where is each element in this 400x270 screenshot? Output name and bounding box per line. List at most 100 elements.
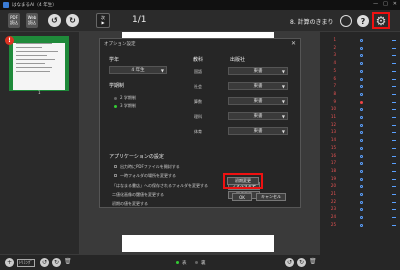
radio-on-icon bbox=[114, 104, 117, 108]
list-item[interactable]: 16 bbox=[320, 153, 400, 160]
list-item[interactable]: 1 bbox=[320, 37, 400, 44]
list-item[interactable]: 12 bbox=[320, 122, 400, 129]
term-option-label: 2 学期制 bbox=[120, 95, 136, 100]
list-item[interactable]: 13 bbox=[320, 129, 400, 136]
list-item[interactable]: 23 bbox=[320, 206, 400, 213]
undo-icon[interactable]: ↺ bbox=[48, 14, 61, 27]
term-radio-2[interactable]: 2 学期制 bbox=[114, 95, 136, 101]
list-item[interactable]: 18 bbox=[320, 168, 400, 175]
term-radio-3[interactable]: 3 学期制 bbox=[114, 103, 136, 109]
list-item[interactable]: 11 bbox=[320, 114, 400, 121]
dash-mark-icon bbox=[392, 93, 396, 95]
circle-mark-icon bbox=[360, 46, 363, 50]
list-item[interactable]: 2 bbox=[320, 45, 400, 52]
rotate-right-icon[interactable]: ↻ bbox=[52, 258, 61, 267]
app-setting-label: 初期の値を変更する bbox=[112, 201, 148, 206]
dialog-close-icon[interactable]: ✕ bbox=[291, 40, 296, 47]
list-item[interactable]: 14 bbox=[320, 137, 400, 144]
circle-mark-icon bbox=[360, 100, 363, 104]
list-item[interactable]: 19 bbox=[320, 176, 400, 183]
bottom-toolbar: + ﾄﾘﾐﾝｸﾞ ↺ ↻ 🗑 表 裏 ↺ ↻ 🗑 bbox=[0, 254, 320, 270]
thumbnail-preview bbox=[13, 43, 65, 90]
minimize-button[interactable]: — bbox=[373, 1, 378, 7]
list-item[interactable]: 6 bbox=[320, 76, 400, 83]
redo-icon[interactable]: ↻ bbox=[66, 14, 79, 27]
circle-mark-icon bbox=[360, 139, 363, 143]
play-button[interactable]: 次 ▶ bbox=[96, 13, 110, 28]
open-pdf-checkbox[interactable] bbox=[114, 165, 117, 168]
document-page-bottom bbox=[122, 235, 274, 252]
rotate-left-icon[interactable]: ↺ bbox=[40, 258, 49, 267]
list-item[interactable]: 15 bbox=[320, 145, 400, 152]
list-item-number: 19 bbox=[330, 175, 336, 181]
circle-mark-icon bbox=[360, 208, 363, 212]
globe-icon[interactable] bbox=[340, 15, 352, 27]
list-item[interactable]: 3 bbox=[320, 52, 400, 59]
undo-icon[interactable]: ↺ bbox=[285, 258, 294, 267]
reset-defaults-button[interactable]: 初期変更 bbox=[227, 177, 259, 185]
publisher-select[interactable]: 東書 ▼ bbox=[228, 67, 288, 75]
dash-mark-icon bbox=[392, 147, 396, 149]
publisher-value: 東書 bbox=[253, 99, 263, 104]
list-item[interactable]: 8 bbox=[320, 91, 400, 98]
publisher-value: 東書 bbox=[253, 69, 263, 74]
cancel-button[interactable]: キャンセル bbox=[256, 193, 286, 201]
grade-select[interactable]: 4 年生 ▼ bbox=[109, 66, 167, 74]
dash-mark-icon bbox=[392, 109, 396, 111]
term-option-label: 3 学期制 bbox=[120, 103, 136, 108]
settings-gear-button[interactable]: ⚙ bbox=[372, 12, 390, 29]
trash-icon[interactable]: 🗑 bbox=[64, 258, 72, 265]
help-icon[interactable]: ? bbox=[357, 15, 369, 27]
list-item-number: 6 bbox=[333, 75, 336, 81]
list-item[interactable]: 9 bbox=[320, 99, 400, 106]
list-item-number: 15 bbox=[330, 144, 336, 150]
app-settings-header: アプリケーションの設定 bbox=[109, 154, 164, 160]
temp-folder-checkbox[interactable] bbox=[114, 174, 117, 177]
dash-mark-icon bbox=[392, 70, 396, 72]
list-item-number: 16 bbox=[330, 152, 336, 158]
trimming-button[interactable]: ﾄﾘﾐﾝｸﾞ bbox=[17, 259, 35, 267]
circle-mark-icon bbox=[360, 92, 363, 96]
pdf-import-button[interactable]: PDF 読込 bbox=[8, 13, 20, 28]
publisher-select[interactable]: 東書 ▼ bbox=[228, 97, 288, 105]
ok-button[interactable]: OK bbox=[232, 193, 252, 201]
pdf-sub-label: 読込 bbox=[10, 19, 18, 25]
dash-mark-icon bbox=[392, 170, 396, 172]
list-item-number: 10 bbox=[330, 106, 336, 112]
circle-mark-icon bbox=[360, 169, 363, 173]
list-item-number: 24 bbox=[330, 214, 336, 220]
subject-name: 算数 bbox=[194, 99, 202, 104]
page-thumbnail[interactable] bbox=[9, 36, 69, 91]
list-item[interactable]: 21 bbox=[320, 191, 400, 198]
publisher-select[interactable]: 東書 ▼ bbox=[228, 127, 288, 135]
back-radio-icon[interactable] bbox=[195, 261, 198, 264]
list-item[interactable]: 20 bbox=[320, 183, 400, 190]
list-item[interactable]: 17 bbox=[320, 160, 400, 167]
toolbar: PDF 読込 Web 読込 ↺ ↻ 次 ▶ 1/1 8. 計算のきまり ? ⚙ bbox=[0, 10, 400, 32]
thumbnail-page-number: 1 bbox=[38, 90, 41, 95]
subject-name: 体育 bbox=[194, 129, 202, 134]
front-radio-icon[interactable] bbox=[176, 261, 179, 264]
list-item[interactable]: 24 bbox=[320, 214, 400, 221]
list-item[interactable]: 25 bbox=[320, 222, 400, 229]
publisher-select[interactable]: 東書 ▼ bbox=[228, 82, 288, 90]
list-item[interactable]: 5 bbox=[320, 68, 400, 75]
list-item[interactable]: 10 bbox=[320, 106, 400, 113]
chevron-down-icon: ▼ bbox=[281, 128, 285, 134]
maximize-button[interactable]: □ bbox=[383, 1, 388, 7]
add-page-icon[interactable]: + bbox=[5, 258, 14, 267]
circle-mark-icon bbox=[360, 69, 363, 73]
publisher-select[interactable]: 東書 ▼ bbox=[228, 112, 288, 120]
trash-icon[interactable]: 🗑 bbox=[309, 258, 317, 265]
list-item[interactable]: 22 bbox=[320, 199, 400, 206]
list-item[interactable]: 7 bbox=[320, 83, 400, 90]
circle-mark-icon bbox=[360, 154, 363, 158]
window-controls: — □ ✕ bbox=[373, 1, 397, 7]
web-import-button[interactable]: Web 読込 bbox=[26, 13, 38, 28]
list-item[interactable]: 4 bbox=[320, 60, 400, 67]
options-dialog: オプション設定 ✕ 学年 4 年生 ▼ 学期制 2 学期制 3 学期制 教科 出… bbox=[99, 38, 301, 208]
page-counter: 1/1 bbox=[132, 15, 147, 25]
subject-header: 教科 bbox=[193, 57, 204, 63]
close-window-button[interactable]: ✕ bbox=[393, 1, 397, 7]
redo-icon[interactable]: ↻ bbox=[297, 258, 306, 267]
